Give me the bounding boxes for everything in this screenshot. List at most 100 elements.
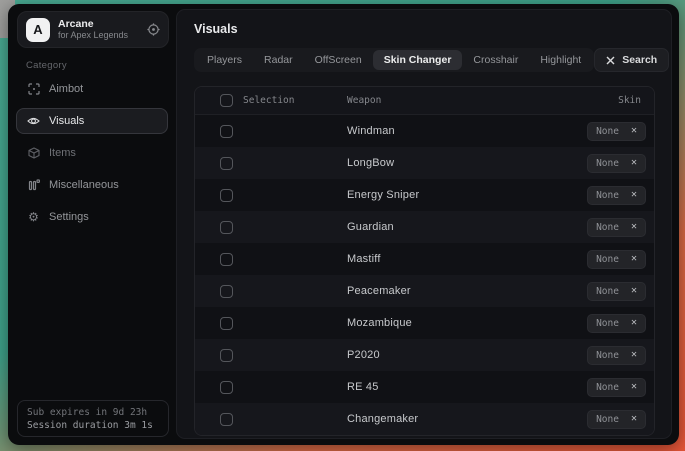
skin-value: None bbox=[596, 286, 619, 297]
skin-cell: None ✕ bbox=[536, 282, 654, 301]
skin-cell: None ✕ bbox=[536, 122, 654, 141]
main-panel: Visuals PlayersRadarOffScreenSkin Change… bbox=[176, 9, 672, 439]
row-checkbox-cell bbox=[195, 413, 233, 426]
sidebar-nav: Aimbot Visuals bbox=[16, 76, 168, 236]
tabs-row: PlayersRadarOffScreenSkin ChangerCrossha… bbox=[194, 48, 655, 72]
crosshair-icon bbox=[27, 83, 40, 95]
table-row: P2020 None ✕ bbox=[195, 339, 654, 371]
skin-cell: None ✕ bbox=[536, 218, 654, 237]
skin-select-button[interactable]: None ✕ bbox=[587, 410, 646, 429]
skin-select-button[interactable]: None ✕ bbox=[587, 314, 646, 333]
row-checkbox-cell bbox=[195, 285, 233, 298]
skin-select-button[interactable]: None ✕ bbox=[587, 122, 646, 141]
row-checkbox[interactable] bbox=[220, 381, 233, 394]
brand-text: Arcane for Apex Legends bbox=[58, 18, 147, 40]
brand-card: A Arcane for Apex Legends bbox=[17, 11, 169, 48]
row-checkbox-cell bbox=[195, 221, 233, 234]
clear-skin-icon[interactable]: ✕ bbox=[631, 414, 637, 424]
clear-skin-icon[interactable]: ✕ bbox=[631, 350, 637, 360]
row-checkbox-cell bbox=[195, 317, 233, 330]
skin-cell: None ✕ bbox=[536, 346, 654, 365]
skin-value: None bbox=[596, 254, 619, 265]
select-all-checkbox[interactable] bbox=[220, 94, 233, 107]
skin-value: None bbox=[596, 350, 619, 361]
skin-value: None bbox=[596, 158, 619, 169]
weapon-name: Windman bbox=[347, 125, 536, 137]
weapon-name: RE 45 bbox=[347, 381, 536, 393]
skin-select-button[interactable]: None ✕ bbox=[587, 218, 646, 237]
row-checkbox[interactable] bbox=[220, 317, 233, 330]
search-button-label: Search bbox=[622, 54, 657, 66]
app-logo: A bbox=[26, 18, 50, 42]
column-header-selection: Selection bbox=[233, 95, 347, 106]
table-row: Windman None ✕ bbox=[195, 115, 654, 147]
skin-cell: None ✕ bbox=[536, 186, 654, 205]
weapon-name: Guardian bbox=[347, 221, 536, 233]
tab-offscreen[interactable]: OffScreen bbox=[304, 50, 373, 70]
weapon-table: Selection Weapon Skin Windman None ✕ Lon… bbox=[194, 86, 655, 436]
clear-skin-icon[interactable]: ✕ bbox=[631, 222, 637, 232]
sidebar-item-items[interactable]: Items bbox=[16, 140, 168, 166]
sidebar-item-label: Settings bbox=[49, 211, 89, 223]
tab-radar[interactable]: Radar bbox=[253, 50, 304, 70]
row-checkbox-cell bbox=[195, 253, 233, 266]
sidebar-item-label: Aimbot bbox=[49, 83, 83, 95]
skin-cell: None ✕ bbox=[536, 250, 654, 269]
skin-value: None bbox=[596, 190, 619, 201]
table-row: Energy Sniper None ✕ bbox=[195, 179, 654, 211]
weapon-name: Changemaker bbox=[347, 413, 536, 425]
skin-select-button[interactable]: None ✕ bbox=[587, 378, 646, 397]
tab-crosshair[interactable]: Crosshair bbox=[462, 50, 529, 70]
tab-players[interactable]: Players bbox=[196, 50, 253, 70]
target-icon[interactable] bbox=[147, 23, 160, 36]
sidebar-item-aimbot[interactable]: Aimbot bbox=[16, 76, 168, 102]
clear-skin-icon[interactable]: ✕ bbox=[631, 126, 637, 136]
skin-select-button[interactable]: None ✕ bbox=[587, 154, 646, 173]
row-checkbox[interactable] bbox=[220, 189, 233, 202]
row-checkbox[interactable] bbox=[220, 253, 233, 266]
skin-cell: None ✕ bbox=[536, 410, 654, 429]
skin-select-button[interactable]: None ✕ bbox=[587, 186, 646, 205]
table-row: Mozambique None ✕ bbox=[195, 307, 654, 339]
search-x-icon bbox=[606, 56, 615, 65]
tab-skin-changer[interactable]: Skin Changer bbox=[373, 50, 463, 70]
row-checkbox[interactable] bbox=[220, 285, 233, 298]
row-checkbox[interactable] bbox=[220, 221, 233, 234]
package-icon bbox=[27, 147, 40, 159]
table-row: Changemaker None ✕ bbox=[195, 403, 654, 435]
desktop-background: A Arcane for Apex Legends Category bbox=[0, 0, 685, 451]
tab-strip: PlayersRadarOffScreenSkin ChangerCrossha… bbox=[194, 48, 594, 72]
clear-skin-icon[interactable]: ✕ bbox=[631, 318, 637, 328]
row-checkbox[interactable] bbox=[220, 349, 233, 362]
skin-cell: None ✕ bbox=[536, 314, 654, 333]
sidebar-item-settings[interactable]: ⚙ Settings bbox=[16, 204, 168, 230]
row-checkbox[interactable] bbox=[220, 157, 233, 170]
row-checkbox-cell bbox=[195, 349, 233, 362]
weapon-name: Peacemaker bbox=[347, 285, 536, 297]
clear-skin-icon[interactable]: ✕ bbox=[631, 286, 637, 296]
row-checkbox[interactable] bbox=[220, 413, 233, 426]
sidebar-item-visuals[interactable]: Visuals bbox=[16, 108, 168, 134]
page-title: Visuals bbox=[194, 22, 655, 36]
clear-skin-icon[interactable]: ✕ bbox=[631, 190, 637, 200]
sidebar-item-miscellaneous[interactable]: Miscellaneous bbox=[16, 172, 168, 198]
tab-highlight[interactable]: Highlight bbox=[529, 50, 592, 70]
skin-value: None bbox=[596, 382, 619, 393]
sub-expiry-text: Sub expires in 9d 23h bbox=[27, 407, 159, 418]
table-header-row: Selection Weapon Skin bbox=[195, 87, 654, 115]
app-window: A Arcane for Apex Legends Category bbox=[8, 4, 679, 445]
skin-select-button[interactable]: None ✕ bbox=[587, 346, 646, 365]
table-row: LongBow None ✕ bbox=[195, 147, 654, 179]
clear-skin-icon[interactable]: ✕ bbox=[631, 382, 637, 392]
clear-skin-icon[interactable]: ✕ bbox=[631, 158, 637, 168]
sidebar-item-label: Visuals bbox=[49, 115, 84, 127]
clear-skin-icon[interactable]: ✕ bbox=[631, 254, 637, 264]
skin-select-button[interactable]: None ✕ bbox=[587, 282, 646, 301]
app-subtitle: for Apex Legends bbox=[58, 30, 147, 40]
skin-select-button[interactable]: None ✕ bbox=[587, 250, 646, 269]
table-row: Mastiff None ✕ bbox=[195, 243, 654, 275]
search-button[interactable]: Search bbox=[594, 48, 669, 72]
row-checkbox-cell bbox=[195, 125, 233, 138]
row-checkbox[interactable] bbox=[220, 125, 233, 138]
skin-cell: None ✕ bbox=[536, 378, 654, 397]
